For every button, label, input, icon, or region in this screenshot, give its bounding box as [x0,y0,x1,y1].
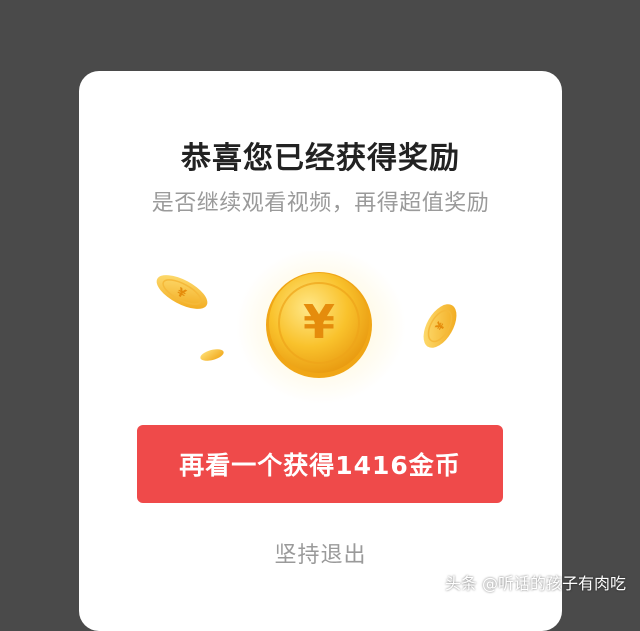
coin-symbol: ¥ [303,295,335,349]
reward-dialog: 恭喜您已经获得奖励 是否继续观看视频，再得超值奖励 ¥ ¥ ¥ 再看一个获得14… [79,71,562,631]
coin-small-left-icon: ¥ [156,275,208,309]
dialog-subtitle: 是否继续观看视频，再得超值奖励 [151,191,490,216]
dialog-title: 恭喜您已经获得奖励 [181,141,460,176]
watch-again-button[interactable]: 再看一个获得1416金币 [137,425,503,503]
watermark-text: 头条 @听话的孩子有肉吃 [444,574,626,593]
exit-link[interactable]: 坚持退出 [79,537,562,569]
coins-illustration: ¥ ¥ ¥ [156,251,457,404]
coin-small-right-icon: ¥ [423,304,457,348]
yuan-coin-icon: ¥ [266,272,372,378]
coin-tiny-icon [200,349,224,361]
